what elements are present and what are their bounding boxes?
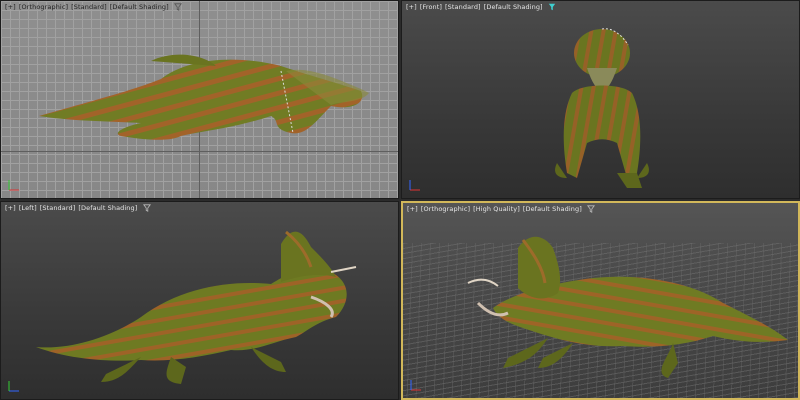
viewport-orthographic-top[interactable]: [+] [Orthographic] [Standard] [Default Shad… <box>0 0 399 199</box>
viewport-front[interactable]: [+] [Front] [Standard] [Default Shading] <box>401 0 800 199</box>
filter-icon-active[interactable] <box>548 3 556 11</box>
axis-gizmo-icon <box>410 380 421 391</box>
viewport-shading-label[interactable]: [Default Shading] <box>78 204 137 212</box>
dinosaur-model-front-view[interactable] <box>542 23 662 193</box>
viewport-quality-label[interactable]: [Standard] <box>71 3 107 11</box>
viewport-label[interactable]: [+] [Front] [Standard] [Default Shading] <box>406 3 556 11</box>
viewport-menu-plus[interactable]: [+] <box>5 3 16 11</box>
viewport-label[interactable]: [+] [Orthographic] [High Quality] [Default … <box>407 205 596 213</box>
viewport-quality-label[interactable]: [High Quality] <box>473 205 520 213</box>
filter-icon[interactable] <box>142 204 151 212</box>
dinosaur-model-perspective-view[interactable] <box>453 228 793 398</box>
viewport-label[interactable]: [+] [Left] [Standard] [Default Shading] <box>5 204 151 212</box>
viewport-orthographic-high-quality[interactable]: [+] [Orthographic] [High Quality] [Default … <box>401 201 800 400</box>
viewport-menu-plus[interactable]: [+] <box>5 204 16 212</box>
viewport-view-label[interactable]: [Orthographic] <box>19 3 68 11</box>
viewport-left[interactable]: [+] [Left] [Standard] [Default Shading] <box>0 201 399 400</box>
viewport-menu-plus[interactable]: [+] <box>406 3 417 11</box>
viewport-shading-label[interactable]: [Default Shading] <box>484 3 543 11</box>
viewport-quality-label[interactable]: [Standard] <box>445 3 481 11</box>
axis-gizmo-icon <box>409 180 420 191</box>
axis-gizmo-icon <box>8 180 19 191</box>
viewport-menu-plus[interactable]: [+] <box>407 205 418 213</box>
dinosaur-model-left-view[interactable] <box>31 222 371 397</box>
axis-gizmo-icon <box>8 381 19 392</box>
viewport-quality-label[interactable]: [Standard] <box>40 204 76 212</box>
viewport-shading-label[interactable]: [Default Shading] <box>110 3 169 11</box>
viewport-view-label[interactable]: [Orthographic] <box>421 205 470 213</box>
viewport-shading-label[interactable]: [Default Shading] <box>523 205 582 213</box>
dinosaur-model-top-view[interactable] <box>31 41 381 161</box>
viewport-view-label[interactable]: [Front] <box>420 3 442 11</box>
viewport-view-label[interactable]: [Left] <box>19 204 37 212</box>
filter-icon[interactable] <box>587 205 596 213</box>
filter-icon[interactable] <box>173 3 182 11</box>
viewport-label[interactable]: [+] [Orthographic] [Standard] [Default Shad… <box>5 3 182 11</box>
